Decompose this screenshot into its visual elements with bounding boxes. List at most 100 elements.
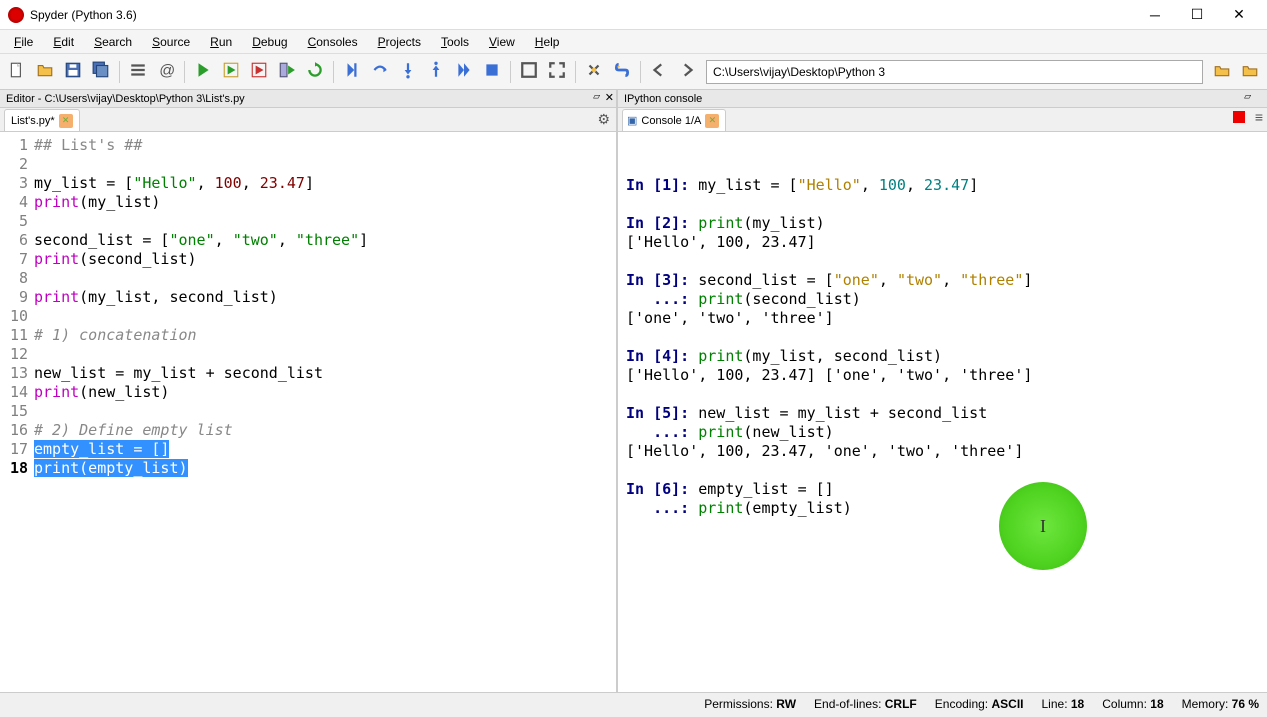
at-symbol-button[interactable]: @ bbox=[153, 59, 179, 85]
menu-search[interactable]: Search bbox=[84, 32, 142, 52]
menu-file[interactable]: File bbox=[4, 32, 43, 52]
code-line[interactable] bbox=[34, 402, 614, 421]
run-cell-advance-button[interactable] bbox=[246, 59, 272, 85]
menu-source[interactable]: Source bbox=[142, 32, 200, 52]
code-line[interactable] bbox=[34, 345, 614, 364]
code-line[interactable] bbox=[34, 269, 614, 288]
code-line[interactable] bbox=[34, 212, 614, 231]
menu-tools[interactable]: Tools bbox=[431, 32, 479, 52]
minimize-button[interactable]: ─ bbox=[1135, 1, 1175, 29]
code-line[interactable]: empty_list = [] bbox=[34, 440, 614, 459]
code-line[interactable] bbox=[34, 307, 614, 326]
forward-button[interactable] bbox=[674, 59, 700, 85]
maximize-button[interactable]: ☐ bbox=[1177, 1, 1217, 29]
run-button[interactable] bbox=[190, 59, 216, 85]
run-selection-icon bbox=[278, 61, 296, 82]
spyder-logo-icon bbox=[8, 7, 24, 23]
code-line[interactable] bbox=[34, 155, 614, 174]
stop-icon bbox=[483, 61, 501, 82]
window-controls: ─ ☐ ✕ bbox=[1135, 1, 1259, 29]
code-area[interactable]: ## List's ## my_list = ["Hello", 100, 23.… bbox=[32, 132, 616, 692]
fullscreen-button[interactable] bbox=[544, 59, 570, 85]
parent-dir-button[interactable] bbox=[1237, 59, 1263, 85]
console-tab-bar: ▣ Console 1/A ✕ ≡ bbox=[618, 108, 1267, 132]
code-line[interactable]: ## List's ## bbox=[34, 136, 614, 155]
line-number: 4 bbox=[0, 193, 28, 212]
python-path-button[interactable] bbox=[609, 59, 635, 85]
code-line[interactable]: print(my_list) bbox=[34, 193, 614, 212]
outline-button[interactable] bbox=[125, 59, 151, 85]
stop-button[interactable] bbox=[479, 59, 505, 85]
toolbar-separator bbox=[575, 61, 576, 83]
console-tab[interactable]: ▣ Console 1/A ✕ bbox=[622, 109, 726, 131]
window-title: Spyder (Python 3.6) bbox=[30, 8, 1135, 22]
console-pane-title-text: IPython console bbox=[624, 93, 702, 105]
browse-dir-button[interactable] bbox=[1209, 59, 1235, 85]
code-line[interactable]: # 1) concatenation bbox=[34, 326, 614, 345]
line-number: 1 bbox=[0, 136, 28, 155]
editor-pane-title: Editor - C:\Users\vijay\Desktop\Python 3… bbox=[0, 90, 616, 108]
ipython-console[interactable]: In [1]: my_list = ["Hello", 100, 23.47] … bbox=[618, 132, 1267, 692]
run-selection-button[interactable] bbox=[274, 59, 300, 85]
step-in-icon bbox=[399, 61, 417, 82]
menu-projects[interactable]: Projects bbox=[368, 32, 431, 52]
open-file-button[interactable] bbox=[32, 59, 58, 85]
close-button[interactable]: ✕ bbox=[1219, 1, 1259, 29]
maximize-button[interactable] bbox=[516, 59, 542, 85]
line-number: 11 bbox=[0, 326, 28, 345]
console-pane: IPython console ▱ ▣ Console 1/A ✕ ≡ In [… bbox=[618, 90, 1267, 692]
line-number: 8 bbox=[0, 269, 28, 288]
step-out-icon bbox=[427, 61, 445, 82]
preferences-button[interactable] bbox=[581, 59, 607, 85]
line-number: 14 bbox=[0, 383, 28, 402]
rerun-button[interactable] bbox=[302, 59, 328, 85]
pane-maximize-icon[interactable]: ▱ bbox=[593, 91, 600, 102]
step-out-button[interactable] bbox=[423, 59, 449, 85]
menu-run[interactable]: Run bbox=[200, 32, 242, 52]
console-tab-icon: ▣ bbox=[627, 114, 637, 127]
save-all-button[interactable] bbox=[88, 59, 114, 85]
pane-maximize-icon[interactable]: ▱ bbox=[1244, 91, 1251, 102]
console-options-icon[interactable]: ≡ bbox=[1255, 109, 1263, 125]
code-line[interactable]: # 2) Define empty list bbox=[34, 421, 614, 440]
continue-button[interactable] bbox=[451, 59, 477, 85]
code-line[interactable]: my_list = ["Hello", 100, 23.47] bbox=[34, 174, 614, 193]
code-line[interactable]: print(second_list) bbox=[34, 250, 614, 269]
line-number: 6 bbox=[0, 231, 28, 250]
debug-button[interactable] bbox=[339, 59, 365, 85]
code-editor[interactable]: 123456789101112131415161718 ## List's ##… bbox=[0, 132, 616, 692]
at-symbol-icon: @ bbox=[157, 61, 175, 82]
kernel-stop-button[interactable] bbox=[1233, 111, 1245, 123]
menu-view[interactable]: View bbox=[479, 32, 525, 52]
pane-close-icon[interactable]: ✕ bbox=[605, 91, 614, 104]
console-tab-close-icon[interactable]: ✕ bbox=[705, 114, 719, 128]
working-directory-input[interactable] bbox=[706, 60, 1203, 84]
code-line[interactable]: new_list = my_list + second_list bbox=[34, 364, 614, 383]
save-file-button[interactable] bbox=[60, 59, 86, 85]
menu-consoles[interactable]: Consoles bbox=[298, 32, 368, 52]
svg-text:@: @ bbox=[159, 63, 175, 79]
maximize-icon bbox=[520, 61, 538, 82]
line-number: 9 bbox=[0, 288, 28, 307]
code-line[interactable]: print(new_list) bbox=[34, 383, 614, 402]
menu-help[interactable]: Help bbox=[525, 32, 570, 52]
status-eol: End-of-lines: CRLF bbox=[814, 697, 917, 711]
step-over-icon bbox=[371, 61, 389, 82]
step-in-button[interactable] bbox=[395, 59, 421, 85]
editor-options-icon[interactable]: ⚙ bbox=[597, 111, 610, 128]
console-output[interactable]: In [1]: my_list = ["Hello", 100, 23.47] … bbox=[626, 176, 1259, 537]
code-line[interactable]: second_list = ["one", "two", "three"] bbox=[34, 231, 614, 250]
back-icon bbox=[650, 61, 668, 82]
new-file-button[interactable] bbox=[4, 59, 30, 85]
continue-icon bbox=[455, 61, 473, 82]
menu-edit[interactable]: Edit bbox=[43, 32, 84, 52]
code-line[interactable]: print(my_list, second_list) bbox=[34, 288, 614, 307]
run-cell-button[interactable] bbox=[218, 59, 244, 85]
file-tab-close-icon[interactable]: ✕ bbox=[59, 114, 73, 128]
back-button[interactable] bbox=[646, 59, 672, 85]
menu-debug[interactable]: Debug bbox=[242, 32, 297, 52]
file-tab[interactable]: List's.py* ✕ bbox=[4, 109, 80, 131]
code-line[interactable]: print(empty_list) bbox=[34, 459, 614, 478]
line-number: 17 bbox=[0, 440, 28, 459]
step-over-button[interactable] bbox=[367, 59, 393, 85]
